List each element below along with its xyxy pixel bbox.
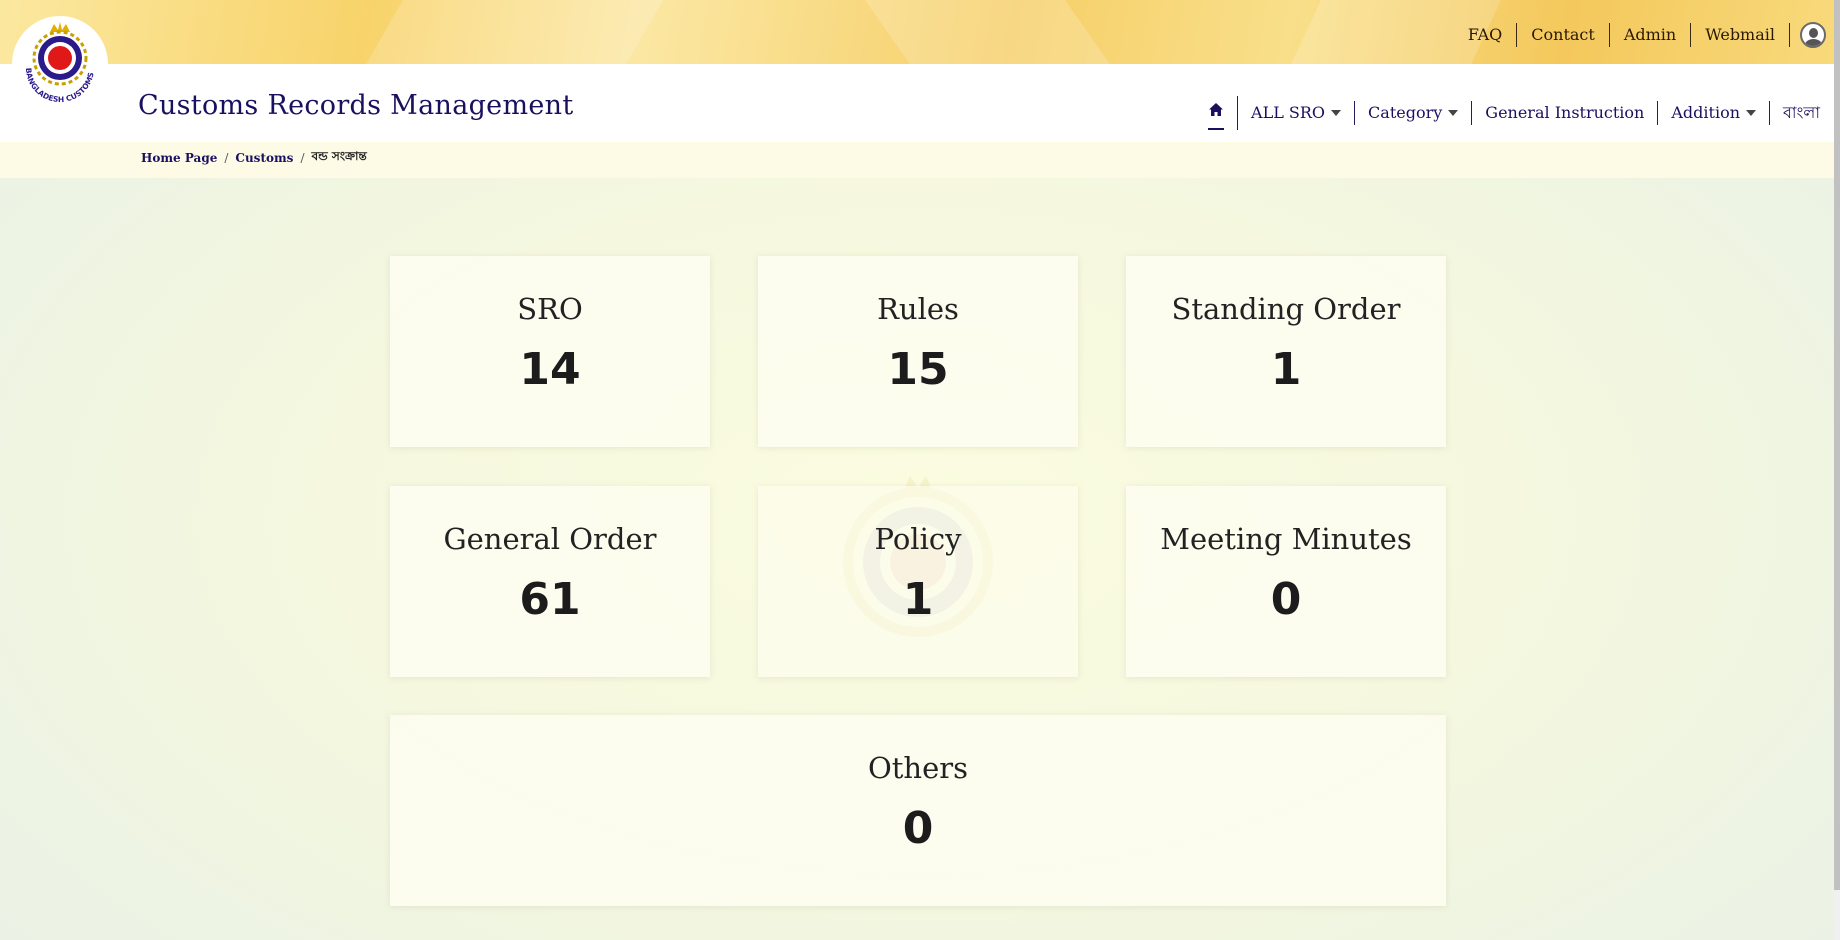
card-label: General Order <box>443 522 657 556</box>
breadcrumb-home[interactable]: Home Page <box>141 151 217 165</box>
faq-link[interactable]: FAQ <box>1454 23 1518 47</box>
card-count: 1 <box>902 574 934 625</box>
scrollbar-thumb[interactable] <box>1834 0 1840 890</box>
card-meeting-minutes[interactable]: Meeting Minutes 0 <box>1126 486 1446 677</box>
card-count: 0 <box>902 803 934 854</box>
banner-facet <box>333 0 687 64</box>
card-count: 61 <box>519 574 581 625</box>
card-policy[interactable]: Policy 1 <box>758 486 1078 677</box>
home-nav-item[interactable] <box>1195 96 1239 130</box>
top-banner: FAQ Contact Admin Webmail <box>0 0 1840 64</box>
contact-link[interactable]: Contact <box>1517 23 1610 47</box>
admin-link[interactable]: Admin <box>1610 23 1692 47</box>
chevron-down-icon <box>1746 110 1756 116</box>
home-icon[interactable] <box>1208 100 1225 130</box>
breadcrumb-customs[interactable]: Customs <box>235 151 293 165</box>
banner-facet <box>850 0 1150 64</box>
nav-category-label: Category <box>1368 103 1443 122</box>
webmail-link[interactable]: Webmail <box>1691 23 1790 47</box>
card-standing-order[interactable]: Standing Order 1 <box>1126 256 1446 447</box>
main-menu: ALL SRO Category General Instruction Add… <box>1195 96 1820 130</box>
nav-general-instruction-label: General Instruction <box>1485 103 1645 122</box>
card-count: 0 <box>1270 574 1302 625</box>
breadcrumb-separator: / <box>224 151 229 165</box>
card-label: Others <box>867 751 968 785</box>
nav-addition-label: Addition <box>1671 103 1740 122</box>
language-toggle[interactable]: বাংলা <box>1770 101 1820 125</box>
chevron-down-icon <box>1448 110 1459 116</box>
card-label: SRO <box>517 292 583 326</box>
card-label: Standing Order <box>1171 292 1401 326</box>
breadcrumb-bar: Home Page / Customs / বন্ড সংক্রান্ত <box>0 142 1834 178</box>
nav-addition[interactable]: Addition <box>1658 101 1770 125</box>
card-general-order[interactable]: General Order 61 <box>390 486 710 677</box>
breadcrumb-separator: / <box>300 151 305 165</box>
user-account-icon[interactable] <box>1800 22 1826 48</box>
card-label: Rules <box>877 292 959 326</box>
card-count: 1 <box>1270 344 1302 395</box>
nav-general-instruction[interactable]: General Instruction <box>1472 101 1659 125</box>
navbar: Customs Records Management ALL SRO Categ… <box>0 64 1840 142</box>
breadcrumb-current: বন্ড সংক্রান্ত <box>311 149 367 163</box>
customs-logo[interactable]: BANGLADESH CUSTOMS & VAT <box>9 9 108 112</box>
card-label: Meeting Minutes <box>1160 522 1412 556</box>
chevron-down-icon <box>1331 110 1342 116</box>
page-scrollbar[interactable] <box>1834 0 1840 940</box>
card-count: 15 <box>887 344 949 395</box>
site-title[interactable]: Customs Records Management <box>138 90 573 121</box>
card-others[interactable]: Others 0 <box>390 715 1446 906</box>
card-label: Policy <box>874 522 962 556</box>
card-count: 14 <box>519 344 581 395</box>
nav-all-sro[interactable]: ALL SRO <box>1238 101 1356 125</box>
card-rules[interactable]: Rules 15 <box>758 256 1078 447</box>
nav-category[interactable]: Category <box>1355 101 1473 125</box>
language-toggle-label: বাংলা <box>1783 103 1820 122</box>
card-sro[interactable]: SRO 14 <box>390 256 710 447</box>
breadcrumb: Home Page / Customs / বন্ড সংক্রান্ত <box>141 148 367 168</box>
nav-all-sro-label: ALL SRO <box>1251 103 1326 122</box>
top-links: FAQ Contact Admin Webmail <box>1454 22 1826 48</box>
